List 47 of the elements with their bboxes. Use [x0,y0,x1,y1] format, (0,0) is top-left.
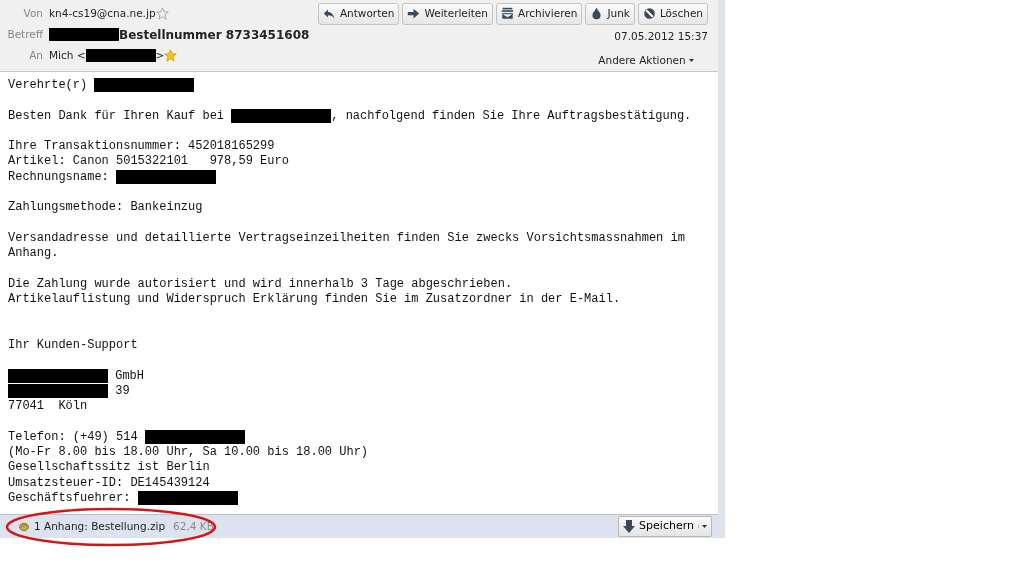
body-text: Versandadresse und detaillierte Vertragseinzeilheiten finden Sie zwecks Vorsichtsmassnahmen im [8,230,685,245]
body-text: GmbH [114,368,144,383]
body-text: Ihre Transaktionsnummer: 452018165299 [8,139,275,154]
delete-button[interactable]: Löschen [637,3,708,25]
no-entry-icon [642,7,656,21]
body-text: Telefon: (+49) 514 [8,430,139,444]
body-text: Umsatzsteuer-ID: DE145439124 [8,475,210,490]
forward-button[interactable]: Weiterleiten [402,3,493,25]
redaction-bar [85,49,156,62]
field-value: > [155,47,165,63]
body-text: Ihr Kunden-Support [8,338,138,353]
attachment-link[interactable]: 1 Anhang: Bestellung.zip [34,518,166,535]
star-icon[interactable] [155,7,169,20]
body-text: (Mo-Fr 8.00 bis 18.00 Uhr, Sa 10.00 bis 18.00 Uhr) [8,445,369,460]
download-arrow-icon [623,520,636,533]
body-text: Verehrte(r) [8,78,89,93]
body-text: Zahlungsmethode: Bankeinzug [8,200,203,215]
star-icon[interactable] [164,49,178,62]
body-text: Geschäftsfuehrer: [8,491,132,506]
body-text: Besten Dank für Ihren Kauf bei [8,108,226,123]
field-label: An [28,47,43,63]
reply-arrow-icon [322,7,336,21]
body-text: Die Zahlung wurde autorisiert und wird innerhalb 3 Tage abgeschrieben. [8,276,513,291]
reply-button[interactable]: Antworten [317,3,400,25]
junk-button[interactable]: Junk [585,3,635,25]
caret-icon [702,525,707,528]
body-text: Gesellschaftssitz ist Berlin [8,460,210,475]
body-text: Artikelauflistung und Widerspruch Erklärung finden Sie im Zusatzordner in der E-Mail. [8,292,621,307]
body-text: , nachfolgend finden Sie Ihre Auftragsbestätigung. [331,108,692,123]
body-text: Rechnungsname: [8,169,110,184]
field-label: Von [22,5,43,21]
right-arrow-icon [407,7,421,21]
save-button[interactable]: Speichern [618,516,712,537]
field-value: kn4-cs19@cna.ne.jp [49,5,156,21]
field-label: Betreff [6,26,43,42]
archive-box-icon [501,7,514,21]
date-text: 07.05.2012 15:37 [614,28,708,44]
redaction-bar [49,28,119,41]
body-text: 77041 Köln [8,399,88,414]
body-text: Anhang. [8,246,59,261]
field-value: Mich < [49,47,86,63]
body-text: Artikel: Canon 5015322101 978,59 Euro [8,154,289,169]
subject-text: Bestellnummer 8733451608 [119,26,310,44]
body-text: 39 [114,384,130,399]
caret-icon [689,59,694,62]
archive-button[interactable]: Archivieren [496,3,583,25]
more-actions-menu[interactable]: Andere Aktionen [598,52,694,69]
